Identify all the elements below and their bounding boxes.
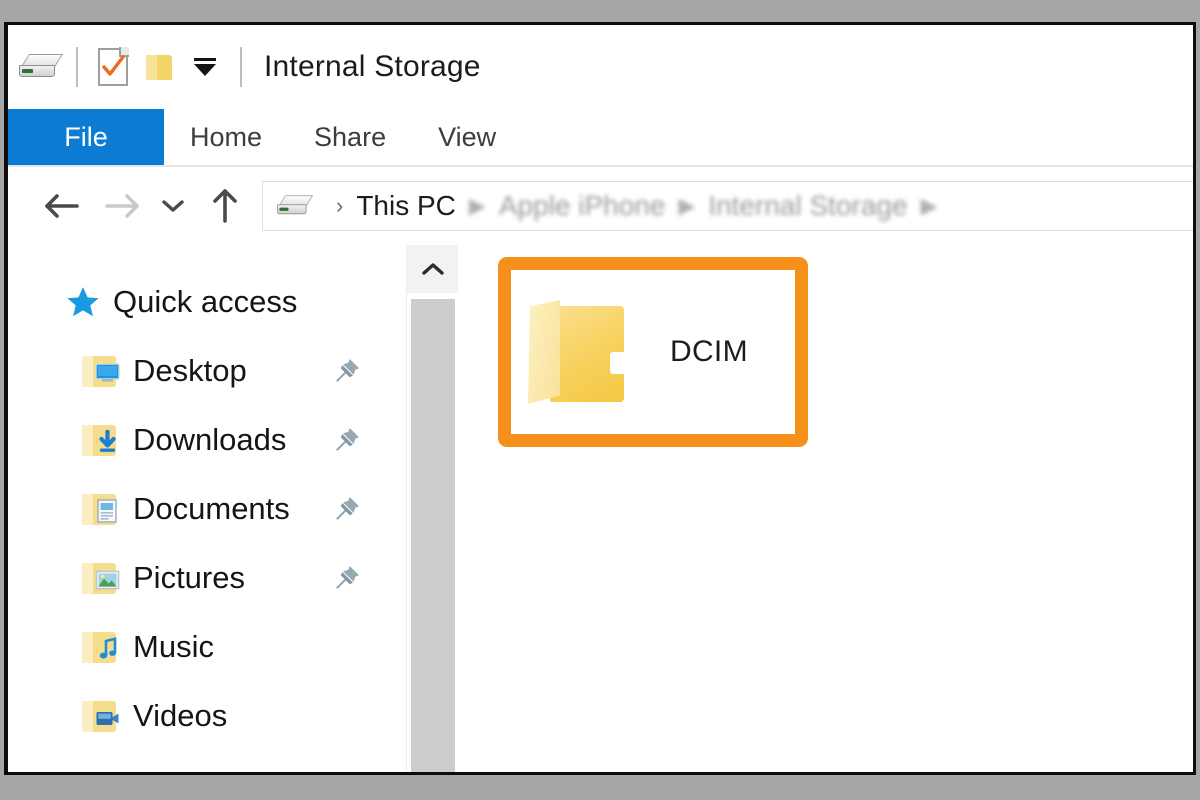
folder-documents-icon [82, 492, 122, 526]
breadcrumb-separator-3: ▶ [920, 193, 938, 218]
properties-icon-glyph [98, 47, 129, 86]
back-button[interactable] [34, 177, 92, 235]
device-icon[interactable] [18, 44, 64, 90]
sidebar-item-label: Desktop [133, 352, 247, 388]
chevron-up-icon [422, 263, 444, 275]
sidebar-item-videos[interactable]: Videos [8, 681, 406, 750]
breadcrumb-this-pc[interactable]: This PC [352, 190, 460, 222]
tab-view[interactable]: View [412, 109, 522, 165]
tab-home[interactable]: Home [164, 109, 288, 165]
address-bar[interactable]: › This PC ▶ Apple iPhone ▶ Internal Stor… [262, 181, 1193, 231]
ribbon-tab-bar: File Home Share View [8, 109, 1193, 167]
sidebar-item-label: Pictures [133, 559, 245, 595]
arrow-right-icon [105, 194, 139, 218]
folder-pictures-icon [82, 561, 122, 595]
folder-icon [528, 300, 626, 404]
file-list-pane[interactable]: DCIM [458, 245, 1193, 772]
navigation-pane: Quick access Desktop Downloads Documents… [8, 245, 406, 772]
folder-downloads-icon [82, 423, 122, 457]
breadcrumb-apple-iphone[interactable]: Apple iPhone [495, 190, 670, 222]
recent-locations-button[interactable] [150, 177, 196, 235]
pin-icon[interactable] [332, 425, 362, 455]
tab-file[interactable]: File [8, 109, 164, 165]
breadcrumb-internal-storage[interactable]: Internal Storage [704, 190, 911, 222]
sidebar-item-label: Music [133, 628, 214, 664]
forward-button[interactable] [92, 177, 150, 235]
sidebar-item-documents[interactable]: Documents [8, 474, 406, 543]
file-item-dcim[interactable]: DCIM [498, 257, 808, 447]
pin-icon[interactable] [332, 494, 362, 524]
chevron-down-icon [162, 200, 184, 212]
arrow-left-icon [45, 194, 79, 218]
folder-music-icon [82, 630, 122, 664]
sidebar-item-pictures[interactable]: Pictures [8, 543, 406, 612]
customize-dropdown-icon[interactable] [182, 44, 228, 90]
toolbar-separator-1 [76, 47, 78, 87]
breadcrumb-separator-2: ▶ [678, 193, 696, 218]
title-bar: Internal Storage [8, 25, 1193, 109]
properties-icon[interactable] [90, 44, 136, 90]
folder-videos-icon [82, 699, 122, 733]
sidebar-item-desktop[interactable]: Desktop [8, 336, 406, 405]
checkmark-icon [102, 55, 125, 76]
arrow-up-icon [213, 189, 237, 223]
pin-icon[interactable] [332, 563, 362, 593]
file-item-label: DCIM [670, 335, 748, 368]
sidebar-item-label: Quick access [113, 283, 298, 319]
star-icon [67, 286, 99, 316]
explorer-body: Quick access Desktop Downloads Documents… [8, 245, 1193, 772]
toolbar-separator-2 [240, 47, 242, 87]
sidebar-item-label: Documents [133, 490, 290, 526]
folder-desktop-icon [82, 354, 122, 388]
breadcrumb-separator-1: ▶ [468, 193, 486, 218]
new-folder-icon[interactable] [136, 44, 182, 90]
chevron-down-icon [194, 58, 216, 76]
up-level-button[interactable] [196, 177, 254, 235]
file-explorer-window: Internal Storage File Home Share View › … [4, 22, 1196, 775]
sidebar-item-quick-access[interactable]: Quick access [8, 267, 406, 336]
scrollbar-thumb[interactable] [411, 299, 455, 772]
breadcrumb-separator-0: › [336, 193, 344, 218]
device-icon-glyph [19, 54, 64, 80]
navigation-bar: › This PC ▶ Apple iPhone ▶ Internal Stor… [8, 167, 1193, 245]
sidebar-item-downloads[interactable]: Downloads [8, 405, 406, 474]
sidebar-item-label: Videos [133, 697, 228, 733]
sidebar-item-music[interactable]: Music [8, 612, 406, 681]
window-title: Internal Storage [264, 50, 481, 83]
scroll-up-button[interactable] [407, 245, 459, 293]
address-device-icon [277, 193, 321, 219]
new-folder-icon-glyph [144, 52, 174, 82]
navigation-pane-scrollbar[interactable] [406, 245, 459, 772]
tab-share[interactable]: Share [288, 109, 412, 165]
sidebar-item-label: Downloads [133, 421, 287, 457]
pin-icon[interactable] [332, 356, 362, 386]
